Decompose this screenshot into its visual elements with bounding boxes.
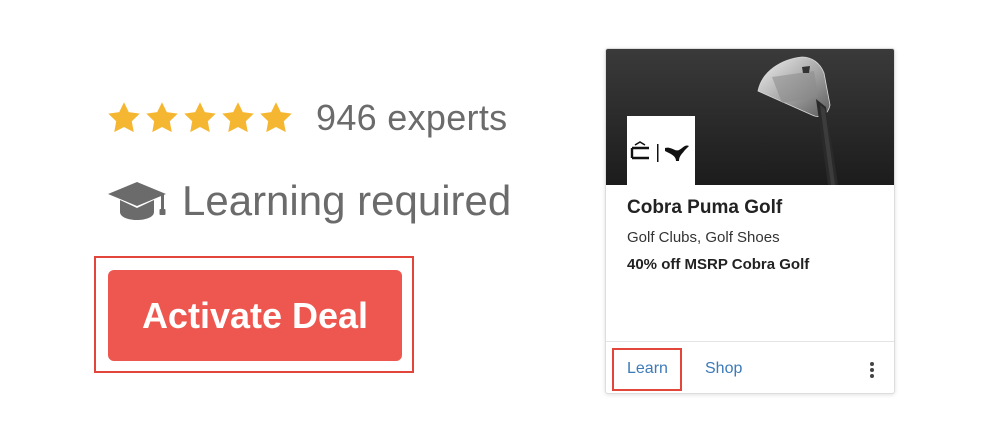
shop-link[interactable]: Shop — [705, 360, 742, 378]
learn-link[interactable]: Learn — [627, 360, 668, 378]
brand-name: Cobra Puma Golf — [627, 197, 783, 218]
more-vertical-icon[interactable] — [864, 359, 880, 379]
star-icon — [260, 102, 292, 133]
card-details: Cobra Puma Golf Golf Clubs, Golf Shoes 4… — [627, 197, 878, 273]
learning-requirement: Learning required — [106, 176, 511, 226]
brand-categories: Golf Clubs, Golf Shoes — [627, 229, 780, 246]
star-icon — [146, 102, 178, 133]
experts-count: 946 experts — [316, 97, 508, 138]
star-icon — [184, 102, 216, 133]
brand-card: Cobra Puma Golf Golf Clubs, Golf Shoes 4… — [605, 48, 895, 394]
cobra-puma-logo-icon — [630, 141, 689, 162]
deal-summary: 946 experts Learning required Activate D… — [0, 0, 560, 428]
expert-rating: 946 experts — [106, 96, 507, 140]
product-image — [606, 49, 894, 185]
star-icon — [222, 102, 254, 133]
star-rating — [106, 100, 294, 136]
graduation-cap-icon — [108, 182, 166, 220]
learning-required-label: Learning required — [182, 177, 512, 224]
star-icon — [108, 102, 140, 133]
activate-deal-button[interactable]: Activate Deal — [108, 270, 402, 361]
brand-logo — [627, 116, 695, 185]
card-actions: Learn Shop — [606, 341, 894, 393]
offer-text: 40% off MSRP Cobra Golf — [627, 256, 810, 273]
